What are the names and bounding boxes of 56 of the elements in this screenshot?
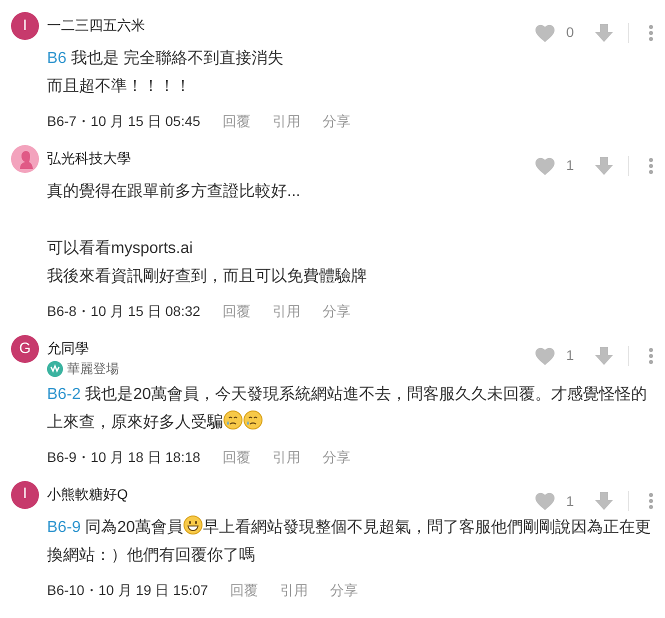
more-icon[interactable]: [649, 493, 653, 509]
comment-meta: B6-10・10 月 19 日 15:07: [47, 580, 208, 600]
user-name[interactable]: 一二三四五六米: [47, 15, 534, 35]
user-name[interactable]: 弘光科技大學: [47, 148, 534, 168]
user-name[interactable]: 允同學: [47, 338, 534, 358]
more-icon[interactable]: [649, 348, 653, 364]
comment-text: 可以看看mysports.ai: [47, 238, 194, 259]
heart-icon[interactable]: [534, 156, 556, 176]
comment-text: B6-9 同為20萬會員 早上看網站發現整個不見超氣，問了客服他們剛剛說因為正在更: [47, 514, 653, 542]
comment-action[interactable]: 引用: [272, 301, 300, 321]
heart-icon[interactable]: [534, 491, 556, 511]
like-count: 1: [565, 346, 575, 365]
comment-action[interactable]: 分享: [322, 111, 350, 131]
grinning-face-icon: [183, 514, 204, 534]
comment-meta: B6-8・10 月 15 日 08:32: [47, 302, 200, 321]
comment-text: 我後來看資訊剛好查到，而且可以免費體驗牌: [47, 266, 368, 287]
floor-link[interactable]: B6-9: [47, 518, 81, 536]
comment-action[interactable]: 引用: [280, 580, 308, 600]
comment-action[interactable]: 引用: [272, 111, 300, 131]
like-count: 0: [565, 23, 575, 42]
comment-text: 真的覺得在跟單前多方查證比較好...: [47, 182, 302, 202]
user-avatar: I: [11, 480, 39, 508]
comment-action[interactable]: 回覆: [222, 111, 250, 131]
floor-link[interactable]: B6: [47, 50, 67, 67]
download-icon[interactable]: [594, 346, 614, 366]
comment-action[interactable]: 分享: [322, 301, 350, 321]
like-count: 1: [565, 156, 575, 175]
comment-text: B6 我也是 完全聯絡不到直接消失: [47, 48, 284, 69]
comment-text: 上來查，原來好多人受騙: [47, 408, 653, 436]
comment-text: 換網站：）他們有回覆你了嗎: [47, 546, 256, 566]
download-icon[interactable]: [594, 491, 614, 511]
comment-action[interactable]: 分享: [322, 446, 350, 466]
badge-label: 華麗登場: [67, 360, 119, 378]
download-icon[interactable]: [594, 156, 614, 176]
comment-action[interactable]: 回覆: [230, 580, 258, 600]
comment-action[interactable]: 分享: [330, 580, 358, 600]
comment-text: 而且超不準！！！！: [47, 77, 192, 97]
crying-face-icon: [243, 410, 263, 430]
user-name[interactable]: 小熊軟糖好Q: [47, 484, 534, 504]
heart-icon[interactable]: [534, 346, 556, 366]
user-avatar: I: [11, 12, 39, 40]
floor-link[interactable]: B6-2: [47, 386, 81, 402]
comment-action[interactable]: 回覆: [222, 446, 250, 466]
comment-action[interactable]: 引用: [272, 446, 300, 466]
crying-face-icon: [223, 410, 243, 430]
user-avatar: G: [11, 335, 39, 363]
like-count: 1: [565, 492, 575, 510]
comment-meta: B6-7・10 月 15 日 05:45: [47, 112, 200, 131]
download-icon[interactable]: [594, 22, 614, 42]
badge-icon: [47, 360, 63, 377]
heart-icon[interactable]: [534, 22, 556, 42]
comment-meta: B6-9・10 月 18 日 18:18: [47, 448, 200, 466]
more-icon[interactable]: [649, 158, 653, 174]
comment-text: B6-2 我也是20萬會員，今天發現系統網站進不去，問客服久久未回覆。才感覺怪怪的: [47, 384, 648, 404]
comment-action[interactable]: 回覆: [222, 301, 250, 321]
more-icon[interactable]: [649, 24, 653, 40]
